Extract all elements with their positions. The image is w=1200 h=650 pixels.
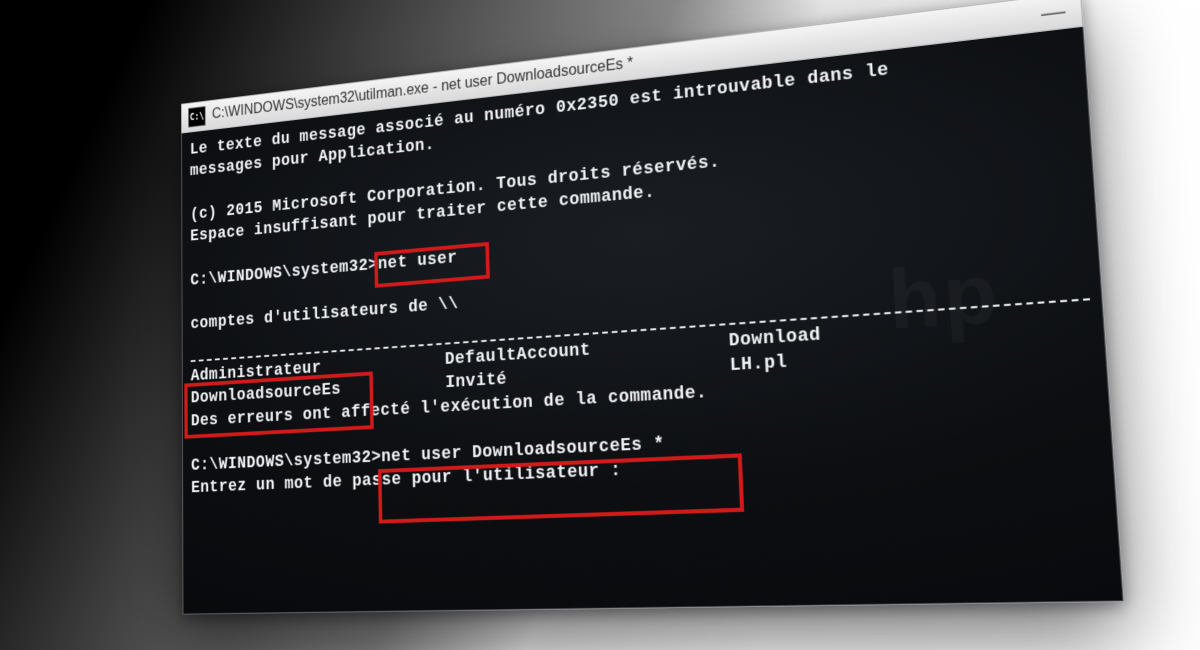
screenshot-stage: C:\ C:\WINDOWS\system32\utilman.exe - ne… [181, 0, 1124, 615]
page-background: C:\ C:\WINDOWS\system32\utilman.exe - ne… [0, 0, 1200, 650]
account-cell: LH.pl [729, 352, 787, 376]
command-text: net user [378, 248, 458, 274]
account-cell: Download [728, 325, 821, 352]
cmd-icon: C:\ [188, 106, 205, 128]
minimize-button[interactable]: — [1034, 6, 1072, 20]
